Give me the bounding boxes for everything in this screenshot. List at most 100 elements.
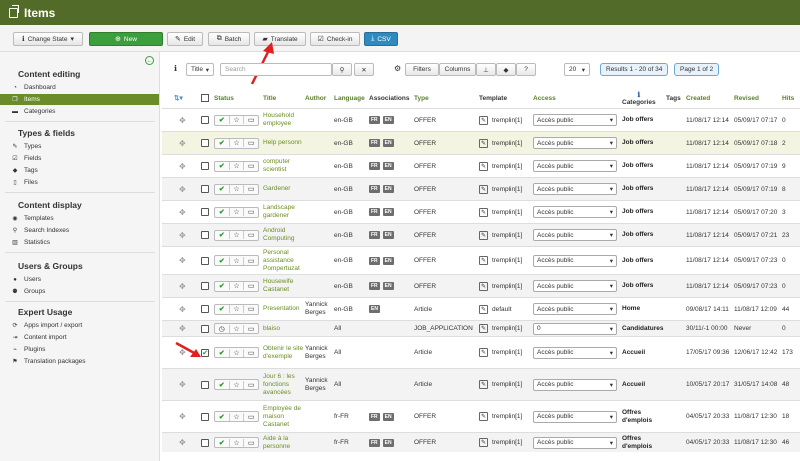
access-select[interactable]: Accès public ▾ bbox=[533, 137, 617, 149]
monitor-icon[interactable]: ▭ bbox=[244, 282, 258, 290]
published-check-icon[interactable]: ✔ bbox=[215, 305, 230, 313]
table-row[interactable]: ✥ ✔ ✔ ☆ ▭ Obtenir le site d'exemple Yannick Be… bbox=[162, 336, 800, 368]
drag-handle-icon[interactable]: ✥ bbox=[179, 155, 186, 177]
access-select[interactable]: Accès public ▾ bbox=[533, 229, 617, 241]
drag-handle-icon[interactable]: ✥ bbox=[179, 178, 186, 200]
item-title-link[interactable]: blaiso bbox=[263, 321, 305, 336]
published-check-icon[interactable]: ✔ bbox=[215, 256, 230, 265]
table-row[interactable]: ✥ ✔ ☆ ▭ Android Computing en-GB FR EN OFFER ✎ trem… bbox=[162, 223, 800, 246]
item-title-link[interactable]: Aide à la personne bbox=[263, 433, 305, 452]
drag-handle-icon[interactable]: ✥ bbox=[179, 109, 186, 131]
col-author[interactable]: Author bbox=[305, 88, 326, 108]
published-check-icon[interactable]: ✔ bbox=[215, 162, 230, 170]
row-checkbox[interactable] bbox=[201, 231, 209, 239]
drag-handle-icon[interactable]: ✥ bbox=[179, 369, 186, 400]
col-categories[interactable]: ℹ Categories bbox=[622, 88, 656, 108]
association-badge[interactable]: FR bbox=[369, 282, 380, 290]
sidebar-item-tags[interactable]: ◆ Tags bbox=[0, 165, 159, 176]
edit-icon[interactable]: ✎ bbox=[479, 184, 488, 194]
sidebar-item-search-indexes[interactable]: ⚲ Search Indexes bbox=[0, 225, 159, 236]
edit-icon[interactable]: ✎ bbox=[479, 348, 488, 357]
association-badge[interactable]: EN bbox=[382, 162, 394, 170]
item-title-link[interactable]: Housewife Castanet bbox=[263, 275, 305, 297]
row-checkbox[interactable] bbox=[201, 305, 209, 313]
sidebar-item-plugins[interactable]: ⌁ Plugins bbox=[0, 344, 159, 355]
drag-handle-icon[interactable]: ✥ bbox=[179, 337, 186, 368]
association-badge[interactable]: FR bbox=[369, 162, 380, 170]
clear-search-button[interactable]: ✕ bbox=[354, 63, 374, 76]
association-badge[interactable]: EN bbox=[382, 139, 394, 147]
tags-button[interactable]: ◆ bbox=[496, 63, 516, 76]
monitor-icon[interactable]: ▭ bbox=[244, 381, 258, 389]
item-title-link[interactable]: Landscape gardener bbox=[263, 201, 305, 223]
edit-icon[interactable]: ✎ bbox=[479, 304, 488, 314]
edit-icon[interactable]: ✎ bbox=[479, 412, 488, 421]
drag-handle-icon[interactable]: ✥ bbox=[179, 401, 186, 432]
access-select[interactable]: Accès public ▾ bbox=[533, 410, 617, 423]
search-button[interactable]: ⚲ bbox=[332, 63, 352, 76]
drag-handle-icon[interactable]: ✥ bbox=[179, 298, 186, 320]
item-title-link[interactable]: Jour 6 : les fonctions avancées bbox=[263, 369, 305, 400]
monitor-icon[interactable]: ▭ bbox=[244, 325, 258, 333]
association-badge[interactable]: EN bbox=[382, 185, 394, 193]
item-title-link[interactable]: Household employee bbox=[263, 109, 305, 131]
monitor-icon[interactable]: ▭ bbox=[244, 349, 258, 357]
item-title-link[interactable]: Android Computing bbox=[263, 224, 305, 246]
collapse-sidebar-icon[interactable]: ← bbox=[145, 56, 154, 65]
col-language[interactable]: Language bbox=[334, 88, 365, 108]
association-badge[interactable]: EN bbox=[382, 256, 394, 265]
drag-handle-icon[interactable]: ✥ bbox=[179, 275, 186, 297]
edit-icon[interactable]: ✎ bbox=[479, 115, 488, 125]
star-icon[interactable]: ☆ bbox=[230, 231, 245, 239]
table-row[interactable]: ✥ ✔ ☆ ▭ Housewife Castanet en-GB FR EN OFFER ✎ tre… bbox=[162, 274, 800, 297]
edit-icon[interactable]: ✎ bbox=[479, 256, 488, 265]
published-check-icon[interactable]: ✔ bbox=[215, 139, 230, 147]
row-checkbox[interactable] bbox=[201, 208, 209, 216]
item-title-link[interactable]: Presentation bbox=[263, 298, 305, 320]
row-checkbox[interactable] bbox=[201, 438, 209, 447]
table-row[interactable]: ✥ ✔ ☆ ▭ Presentation Yannick Berges en-GB EN Art… bbox=[162, 297, 800, 320]
association-badge[interactable]: EN bbox=[382, 282, 394, 290]
item-title-link[interactable]: computer scientist bbox=[263, 155, 305, 177]
association-badge[interactable]: FR bbox=[369, 438, 380, 447]
table-row[interactable]: ✥ ✔ ☆ ▭ computer scientist en-GB FR EN OFFER ✎ tre… bbox=[162, 154, 800, 177]
star-icon[interactable]: ☆ bbox=[230, 348, 245, 357]
edit-icon[interactable]: ✎ bbox=[479, 161, 488, 171]
col-revised[interactable]: Revised bbox=[734, 88, 759, 108]
drag-handle-icon[interactable]: ✥ bbox=[179, 321, 186, 336]
published-check-icon[interactable]: ✔ bbox=[215, 116, 230, 124]
sidebar-item-statistics[interactable]: ▥ Statistics bbox=[0, 237, 159, 248]
access-select[interactable]: Accès public ▾ bbox=[533, 114, 617, 126]
col-hits[interactable]: Hits bbox=[782, 88, 794, 108]
search-input[interactable]: Search bbox=[220, 63, 332, 76]
col-access[interactable]: Access bbox=[533, 88, 556, 108]
item-title-link[interactable]: Obtenir le site d'exemple bbox=[263, 337, 305, 368]
star-icon[interactable]: ☆ bbox=[230, 324, 245, 333]
select-all-checkbox[interactable] bbox=[201, 88, 209, 108]
association-badge[interactable]: EN bbox=[369, 305, 380, 313]
per-page-select[interactable]: 20 ▾ bbox=[564, 63, 590, 76]
row-checkbox[interactable] bbox=[201, 324, 209, 333]
monitor-icon[interactable]: ▭ bbox=[244, 257, 258, 265]
columns-button[interactable]: Columns bbox=[439, 63, 476, 76]
published-check-icon[interactable]: ✔ bbox=[215, 412, 230, 421]
access-select[interactable]: Accès public ▾ bbox=[533, 280, 617, 292]
edit-icon[interactable]: ✎ bbox=[479, 281, 488, 291]
published-check-icon[interactable]: ✔ bbox=[215, 208, 230, 216]
monitor-icon[interactable]: ▭ bbox=[244, 413, 258, 421]
star-icon[interactable]: ☆ bbox=[230, 116, 245, 124]
sidebar-item-groups[interactable]: ⚉ Groups bbox=[0, 286, 159, 297]
star-icon[interactable]: ☆ bbox=[230, 139, 245, 147]
sort-order-icon[interactable]: ⇅▾ bbox=[174, 88, 183, 108]
access-select[interactable]: Accès public ▾ bbox=[533, 206, 617, 218]
edit-icon[interactable]: ✎ bbox=[479, 207, 488, 217]
association-badge[interactable]: EN bbox=[382, 208, 394, 216]
row-checkbox[interactable] bbox=[201, 162, 209, 170]
monitor-icon[interactable]: ▭ bbox=[244, 185, 258, 193]
table-row[interactable]: ✥ ✔ ☆ ▭ Help personn en-GB FR EN OFFER ✎ tremplin[… bbox=[162, 131, 800, 154]
col-created[interactable]: Created bbox=[686, 88, 710, 108]
item-title-link[interactable]: Help personn bbox=[263, 132, 305, 154]
access-select[interactable]: Accès public ▾ bbox=[533, 378, 617, 391]
star-icon[interactable]: ☆ bbox=[230, 412, 245, 421]
row-checkbox[interactable] bbox=[201, 116, 209, 124]
